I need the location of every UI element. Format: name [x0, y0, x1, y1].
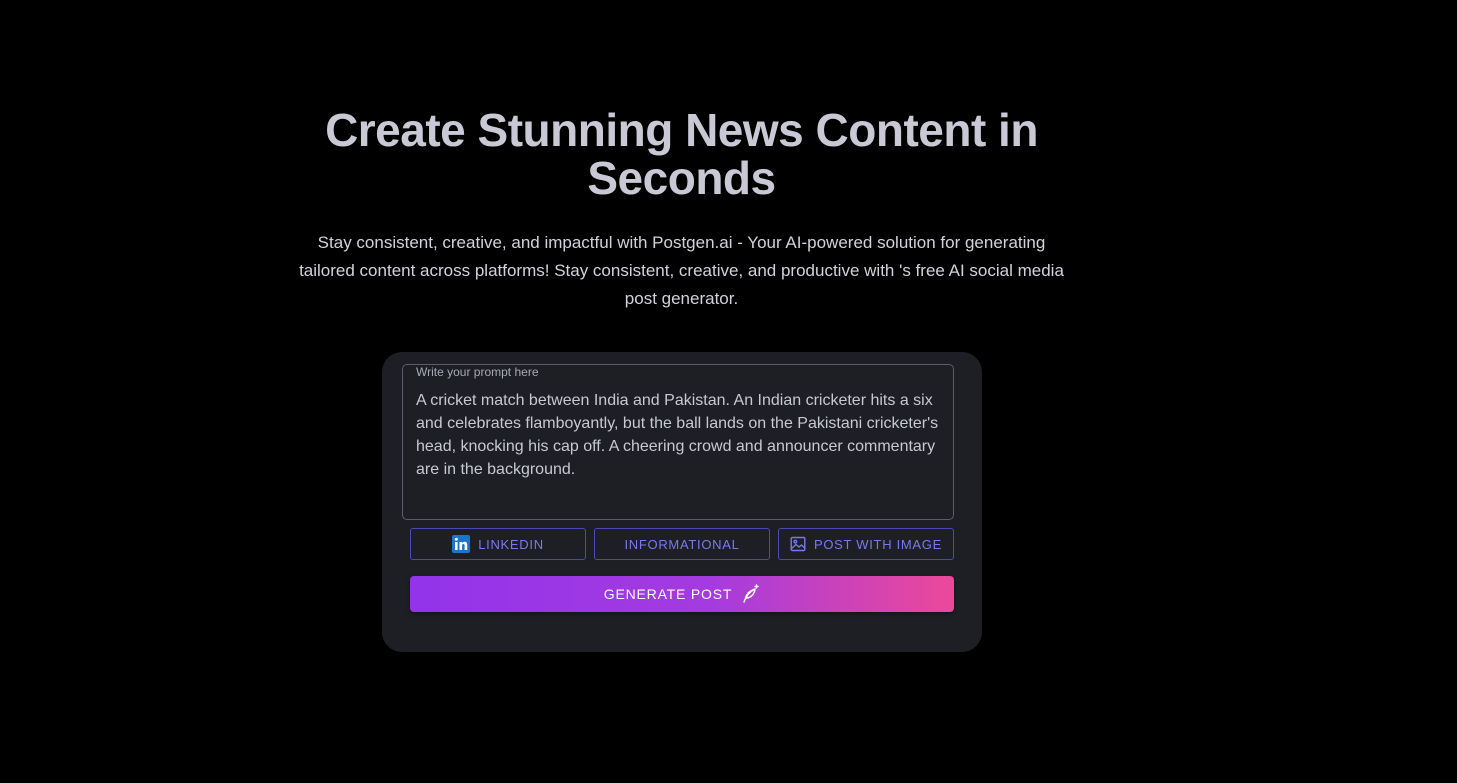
prompt-label: Write your prompt here — [413, 365, 542, 379]
prompt-input[interactable]: A cricket match between India and Pakist… — [416, 389, 942, 509]
feather-sparkle-icon — [740, 584, 760, 604]
page-subtitle: Stay consistent, creative, and impactful… — [299, 233, 1064, 308]
tone-informational-button[interactable]: INFORMATIONAL — [594, 528, 770, 560]
prompt-field: Write your prompt here A cricket match b… — [402, 364, 954, 520]
tone-label: INFORMATIONAL — [624, 536, 740, 552]
format-post-with-image-button[interactable]: POST WITH IMAGE — [778, 528, 954, 560]
title-line-1: Create Stunning News Content in — [325, 104, 1038, 156]
platform-linkedin-button[interactable]: LINKEDIN — [410, 528, 586, 560]
linkedin-icon — [452, 535, 471, 553]
generate-post-button[interactable]: GENERATE POST — [410, 576, 954, 612]
generate-label: GENERATE POST — [603, 586, 733, 602]
title-line-2: Seconds — [587, 152, 776, 204]
image-icon — [790, 536, 806, 552]
generator-card: Write your prompt here A cricket match b… — [382, 352, 982, 652]
page: Create Stunning News Content in Seconds … — [0, 0, 1457, 783]
format-label: POST WITH IMAGE — [814, 536, 942, 552]
platform-label: LINKEDIN — [478, 536, 544, 552]
page-title: Create Stunning News Content in Seconds — [0, 106, 1363, 202]
